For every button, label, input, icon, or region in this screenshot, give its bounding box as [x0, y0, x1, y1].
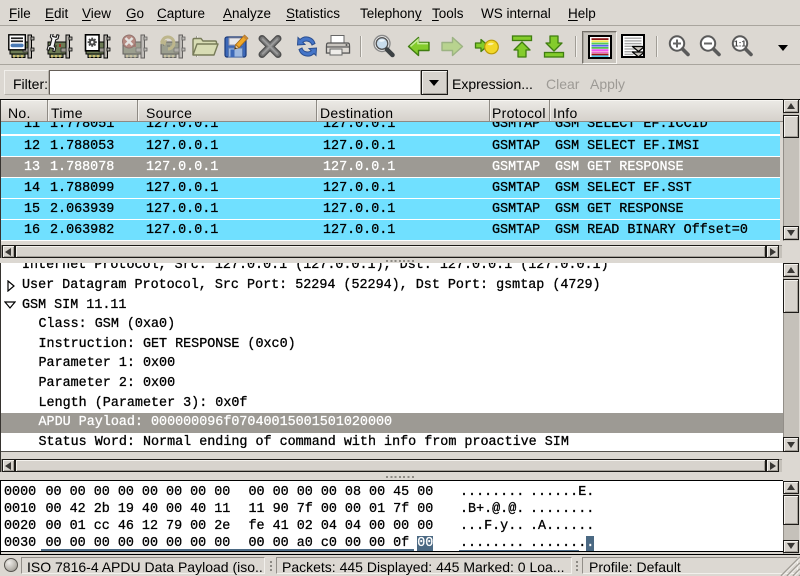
svg-text:1:1: 1:1: [734, 39, 747, 49]
